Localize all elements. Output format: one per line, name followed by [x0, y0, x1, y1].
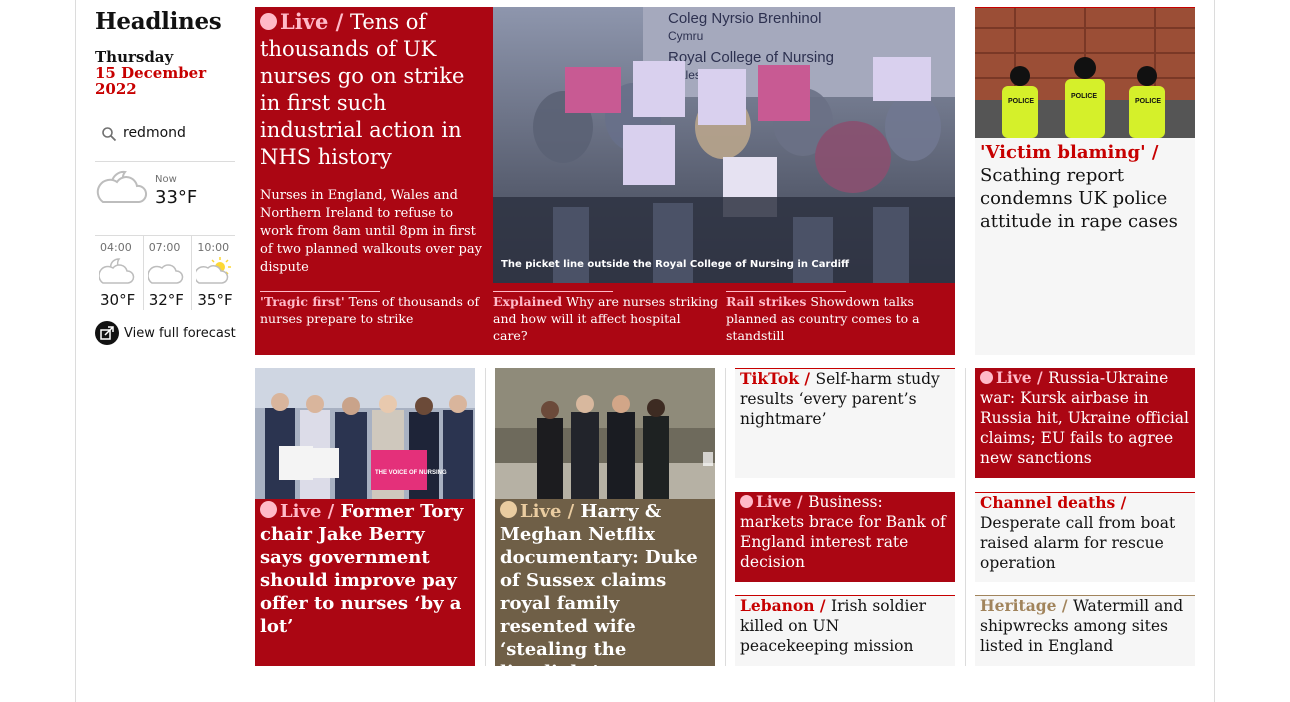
police-headline[interactable]: 'Victim blaming' / Scathing report conde…	[980, 141, 1190, 233]
forecast-item: 04:00 30°F	[95, 236, 144, 310]
forecast-temp: 35°F	[197, 291, 233, 309]
harry-headline-text: Harry & Meghan Netflix documentary: Duke…	[500, 501, 698, 683]
cloud-icon	[147, 264, 183, 284]
left-rail: Headlines Thursday 15 December 2022 redm…	[95, 8, 237, 345]
now-temp: 33°F	[155, 187, 198, 208]
live-pulse-icon	[980, 371, 993, 384]
lebanon-kicker: Lebanon /	[740, 596, 826, 615]
ukraine-kicker: Live /	[996, 368, 1043, 387]
police-photo[interactable]: POLICE POLICE POLICE	[975, 8, 1195, 138]
tory-headline[interactable]: Live / Former Tory chair Jake Berry says…	[260, 500, 470, 638]
tiktok-story[interactable]: TikTok / Self-harm study results ‘every …	[735, 368, 955, 478]
cloud-night-icon	[99, 258, 135, 284]
sublink-explained[interactable]: Explained Why are nurses striking and ho…	[493, 291, 719, 344]
photo-banner-1: Coleg Nyrsio Brenhinol	[668, 10, 821, 27]
police-headline-text: Scathing report condemns UK police attit…	[980, 165, 1178, 232]
forecast-temp: 30°F	[100, 291, 136, 309]
harry-kicker: Live /	[520, 501, 575, 522]
forecast-time: 04:00	[100, 241, 132, 254]
date-day: Thursday	[95, 48, 174, 66]
cloud-night-icon	[96, 170, 148, 203]
main-headline[interactable]: Live / Tens of thousands of UK nurses go…	[260, 8, 488, 171]
tory-story-card[interactable]: THE VOICE OF NURSING Live / Former Tory …	[255, 368, 475, 666]
harry-story-card[interactable]: Live / Harry & Meghan Netflix documentar…	[495, 368, 715, 683]
nurses-photo[interactable]: THE VOICE OF NURSING	[255, 368, 475, 499]
location-search[interactable]: redmond	[95, 124, 235, 162]
main-photo[interactable]: Coleg Nyrsio Brenhinol Cymru Royal Colle…	[493, 7, 955, 283]
channel-story[interactable]: Channel deaths / Desperate call from boa…	[975, 492, 1195, 582]
column-divider	[725, 368, 726, 666]
heritage-story[interactable]: Heritage / Watermill and shipwrecks amon…	[975, 595, 1195, 666]
external-link-icon	[95, 321, 119, 345]
channel-headline: Desperate call from boat raised alarm fo…	[980, 514, 1176, 572]
forecast-item: 07:00 32°F	[144, 236, 193, 310]
forecast-time: 10:00	[197, 241, 230, 254]
sublink-tragic[interactable]: 'Tragic first' Tens of thousands of nurs…	[260, 291, 482, 327]
police-kicker: 'Victim blaming' /	[980, 142, 1159, 163]
heritage-kicker: Heritage /	[980, 596, 1068, 615]
hourly-forecast: 04:00 30°F 07:00 32°F 10:00 35°F	[95, 236, 241, 310]
main-story-card[interactable]: Live / Tens of thousands of UK nurses go…	[255, 7, 955, 355]
live-pulse-icon	[260, 13, 277, 30]
sublink-kicker: Rail strikes	[726, 294, 807, 309]
photo-caption: The picket line outside the Royal Colleg…	[501, 259, 850, 270]
photo-banner-2: Cymru	[668, 29, 703, 43]
weather-now: Now 33°F	[95, 158, 235, 236]
sublink-kicker: 'Tragic first'	[260, 294, 345, 309]
full-forecast-link[interactable]: View full forecast	[95, 321, 236, 345]
forecast-temp: 32°F	[148, 291, 184, 309]
forecast-item: 10:00 35°F	[192, 236, 241, 310]
cloud-sun-icon	[196, 257, 232, 284]
placard-text: THE VOICE OF NURSING	[375, 470, 447, 476]
section-title: Headlines	[95, 8, 222, 35]
main-kicker: Live /	[280, 9, 344, 34]
vest-text: POLICE	[1135, 98, 1161, 105]
business-kicker: Live /	[756, 492, 803, 511]
live-pulse-icon	[500, 501, 517, 518]
forecast-time: 07:00	[148, 241, 181, 254]
tiktok-kicker: TikTok /	[740, 369, 811, 388]
lebanon-story[interactable]: Lebanon / Irish soldier killed on UN pea…	[735, 595, 955, 666]
date-full: 15 December 2022	[95, 64, 207, 98]
location-input[interactable]: redmond	[123, 125, 186, 141]
column-divider	[485, 368, 486, 666]
vest-text: POLICE	[1071, 93, 1097, 100]
business-story[interactable]: Live / Business: markets brace for Bank …	[735, 492, 955, 582]
search-icon	[102, 127, 117, 142]
sublink-rail[interactable]: Rail strikes Showdown talks planned as c…	[726, 291, 946, 344]
royals-photo[interactable]	[495, 368, 715, 499]
police-story-card[interactable]: POLICE POLICE POLICE 'Victim blaming' / …	[975, 7, 1195, 355]
sublink-kicker: Explained	[493, 294, 563, 309]
vest-text: POLICE	[1008, 98, 1034, 105]
ukraine-story[interactable]: Live / Russia-Ukraine war: Kursk airbase…	[975, 368, 1195, 478]
live-pulse-icon	[260, 501, 277, 518]
tory-kicker: Live /	[280, 501, 335, 522]
now-label: Now	[155, 174, 177, 185]
main-standfirst: Nurses in England, Wales and Northern Ir…	[260, 188, 482, 275]
channel-kicker: Channel deaths /	[980, 493, 1127, 512]
live-pulse-icon	[740, 495, 753, 508]
column-divider	[965, 368, 966, 666]
photo-banner-3: Royal College of Nursing	[668, 49, 834, 66]
harry-headline[interactable]: Live / Harry & Meghan Netflix documentar…	[500, 500, 710, 684]
full-forecast-label: View full forecast	[124, 325, 236, 341]
